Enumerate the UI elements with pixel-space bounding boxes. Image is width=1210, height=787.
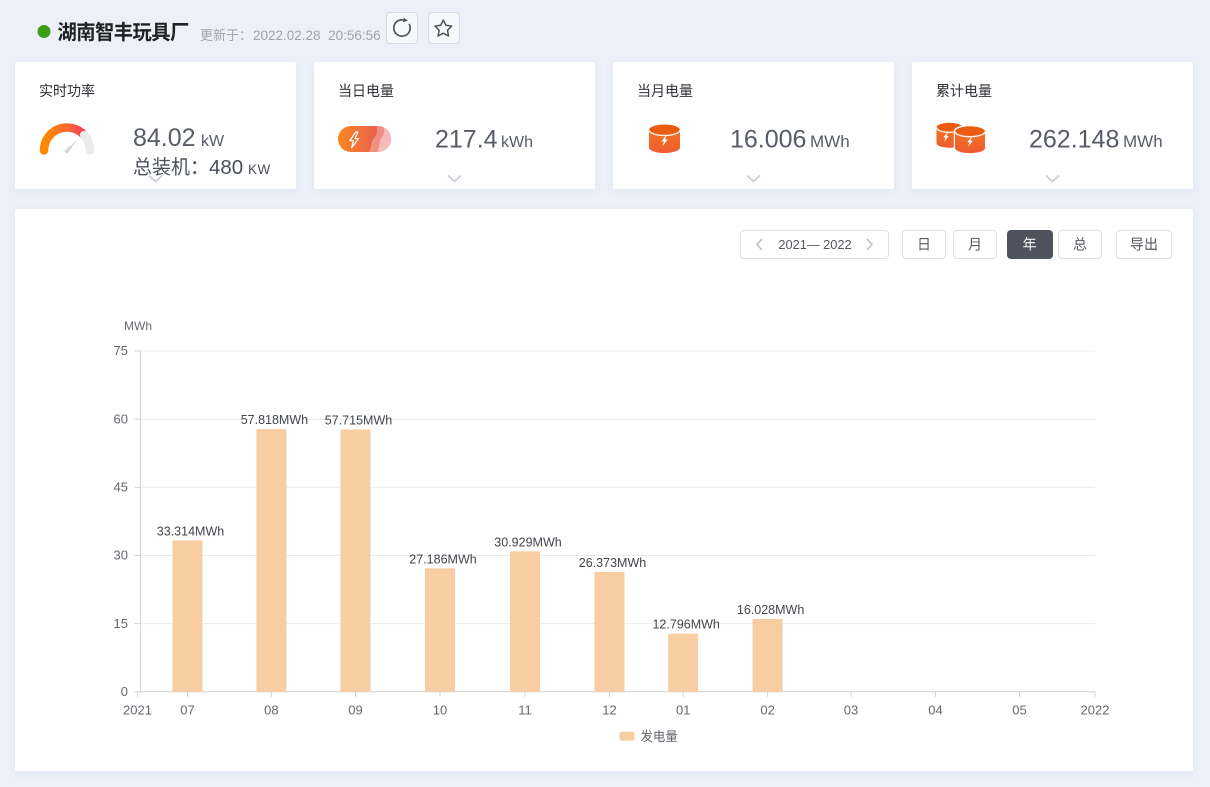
svg-text:2022.02.28 20:56:56: 2022.02.28 20:56:56 [253,28,381,43]
